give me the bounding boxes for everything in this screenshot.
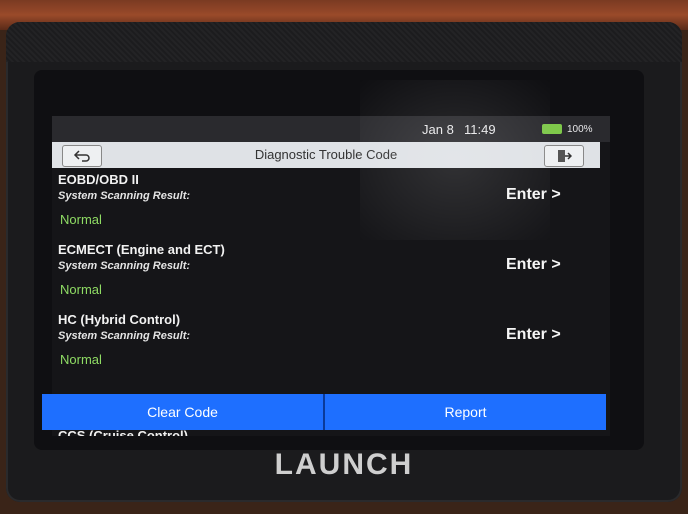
system-status: Normal xyxy=(60,352,102,367)
system-subtitle: System Scanning Result: xyxy=(58,190,191,202)
exit-icon xyxy=(558,150,572,162)
system-subtitle: System Scanning Result: xyxy=(58,330,191,342)
brand-logo: LAUNCH xyxy=(274,448,414,481)
status-bar: Jan 8 11:49 100% xyxy=(52,116,610,142)
system-item-ecmect[interactable]: ECMECT (Engine and ECT) System Scanning … xyxy=(58,238,598,308)
page-title: Diagnostic Trouble Code xyxy=(254,147,398,162)
system-name: EOBD/OBD II xyxy=(58,172,139,187)
exit-button[interactable] xyxy=(544,145,584,167)
display: Jan 8 11:49 100% Diagnostic Trouble Code… xyxy=(52,116,610,436)
system-name: HC (Hybrid Control) xyxy=(58,312,181,327)
enter-button[interactable]: Enter > xyxy=(506,186,561,204)
system-status: Normal xyxy=(60,282,102,297)
system-item-eobd[interactable]: EOBD/OBD II System Scanning Result: Norm… xyxy=(58,168,598,238)
system-status: Normal xyxy=(60,212,102,227)
device-bezel-texture xyxy=(6,22,682,62)
action-bar: Clear Code Report xyxy=(42,394,606,430)
battery-percentage: 100% xyxy=(567,124,593,135)
system-name: ECMECT (Engine and ECT) xyxy=(58,242,225,257)
status-date: Jan 8 xyxy=(422,122,454,137)
clear-code-button[interactable]: Clear Code xyxy=(42,394,323,430)
title-bar: Diagnostic Trouble Code xyxy=(52,142,600,168)
status-time: 11:49 xyxy=(464,122,496,137)
battery-icon xyxy=(542,124,562,134)
system-subtitle: System Scanning Result: xyxy=(58,260,191,272)
enter-button[interactable]: Enter > xyxy=(506,256,561,274)
enter-button[interactable]: Enter > xyxy=(506,326,561,344)
report-button[interactable]: Report xyxy=(325,394,606,430)
system-item-hc[interactable]: HC (Hybrid Control) System Scanning Resu… xyxy=(58,308,598,378)
